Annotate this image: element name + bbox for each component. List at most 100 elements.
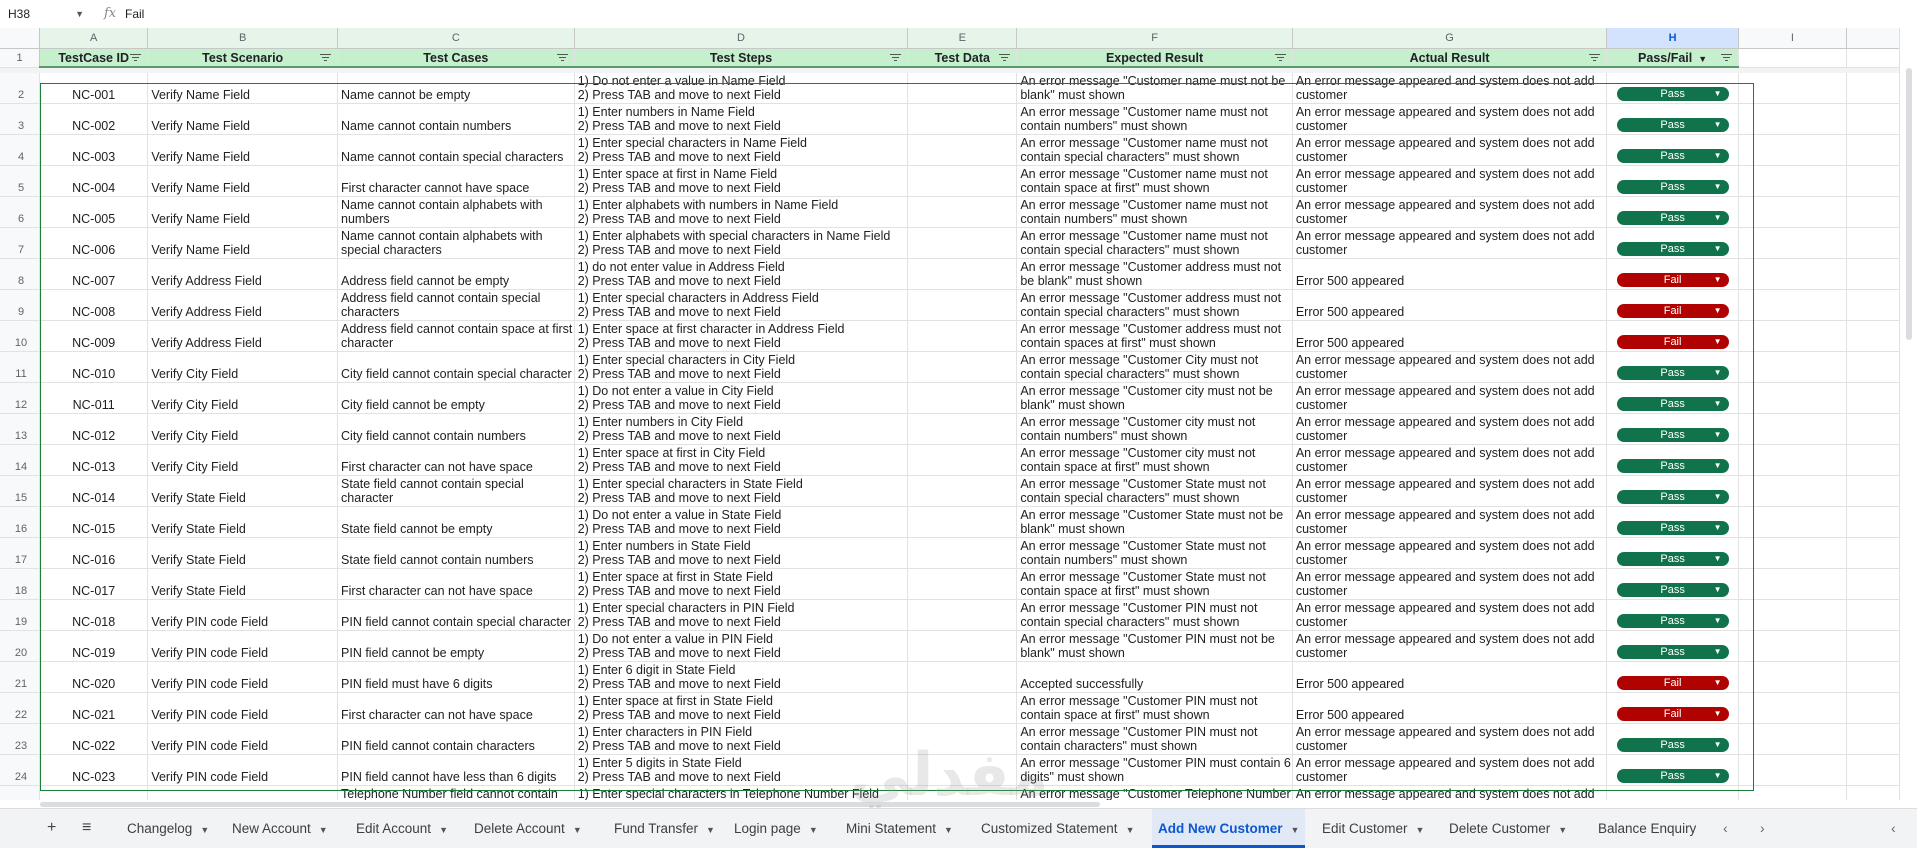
expected-result-cell[interactable]: An error message "Customer State must no…: [1016, 568, 1293, 600]
status-dropdown-chip[interactable]: Fail ▼: [1616, 676, 1729, 690]
chevron-down-icon[interactable]: ▼: [1714, 428, 1722, 442]
row-number[interactable]: 20: [0, 630, 41, 662]
testcase-id-cell[interactable]: NC-023: [39, 754, 149, 786]
pass-fail-cell[interactable]: Pass▼: [1606, 754, 1739, 786]
status-dropdown-chip[interactable]: Fail ▼: [1616, 335, 1729, 349]
test-scenario-cell[interactable]: Verify City Field: [147, 444, 339, 476]
testcase-id-cell[interactable]: NC-007: [39, 258, 149, 290]
actual-result-cell[interactable]: An error message appeared and system doe…: [1292, 754, 1608, 786]
test-case-cell[interactable]: City field cannot contain numbers: [337, 413, 575, 445]
empty-cell[interactable]: [1738, 73, 1847, 104]
test-scenario-cell[interactable]: Verify Address Field: [147, 258, 339, 290]
chevron-down-icon[interactable]: ▼: [1714, 118, 1722, 132]
pass-fail-cell[interactable]: Pass▼: [1606, 785, 1739, 800]
test-case-cell[interactable]: Name cannot contain alphabets with numbe…: [337, 196, 575, 228]
empty-cell[interactable]: [1738, 630, 1847, 662]
testcase-id-cell[interactable]: NC-002: [39, 103, 149, 135]
row-number[interactable]: 7: [0, 227, 41, 259]
chevron-down-icon[interactable]: ▼: [1714, 211, 1722, 225]
test-steps-cell[interactable]: 1) Enter special characters in PIN Field…: [574, 599, 909, 631]
formula-input[interactable]: Fail: [125, 4, 144, 24]
test-data-cell[interactable]: [907, 475, 1018, 507]
tabs-prev-button[interactable]: ‹: [1723, 820, 1728, 836]
empty-cell[interactable]: [1846, 382, 1900, 414]
testcase-id-cell[interactable]: NC-012: [39, 413, 149, 445]
empty-cell[interactable]: [1846, 103, 1900, 135]
empty-cell[interactable]: [1846, 506, 1900, 538]
pass-fail-cell[interactable]: Pass▼: [1606, 630, 1739, 662]
collapse-sidebar-button[interactable]: ‹: [1891, 820, 1896, 836]
empty-cell[interactable]: [1846, 165, 1900, 197]
test-case-cell[interactable]: Name cannot contain alphabets with speci…: [337, 227, 575, 259]
test-steps-cell[interactable]: 1) Enter special characters in State Fie…: [574, 475, 909, 507]
test-steps-cell[interactable]: 1) Enter 6 digit in State Field 2) Press …: [574, 661, 909, 693]
test-scenario-cell[interactable]: Verify PIN code Field: [147, 630, 339, 662]
status-dropdown-chip[interactable]: Fail ▼: [1616, 707, 1729, 721]
pass-fail-cell[interactable]: Pass▼: [1606, 134, 1739, 166]
actual-result-cell[interactable]: An error message appeared and system doe…: [1292, 599, 1608, 631]
test-scenario-cell[interactable]: Verify Name Field: [147, 227, 339, 259]
sheet-grid[interactable]: A B C D E F G H I 1 TestCase ID Test Scenario Test C…: [0, 28, 1900, 800]
test-case-cell[interactable]: First character cannot have space: [337, 165, 575, 197]
empty-cell[interactable]: [1738, 103, 1847, 135]
chevron-down-icon[interactable]: ▼: [1714, 180, 1722, 194]
test-data-cell[interactable]: [907, 413, 1018, 445]
empty-cell[interactable]: [1738, 723, 1847, 755]
test-case-cell[interactable]: City field cannot contain special charac…: [337, 351, 575, 383]
test-data-cell[interactable]: [907, 382, 1018, 414]
pass-fail-cell[interactable]: Pass▼: [1606, 196, 1739, 228]
test-data-cell[interactable]: [907, 692, 1018, 724]
test-steps-cell[interactable]: 1) Enter numbers in State Field 2) Press …: [574, 537, 909, 569]
sheet-tab[interactable]: Delete Account ▼: [468, 809, 588, 848]
chevron-down-icon[interactable]: ▼: [573, 825, 582, 835]
chevron-down-icon[interactable]: ▼: [1714, 149, 1722, 163]
test-data-cell[interactable]: [907, 227, 1018, 259]
expected-result-cell[interactable]: An error message "Customer city must not…: [1016, 444, 1293, 476]
chevron-down-icon[interactable]: ▼: [1714, 521, 1722, 535]
expected-result-cell[interactable]: An error message "Customer name must not…: [1016, 196, 1293, 228]
header-cell[interactable]: TestCase ID: [39, 48, 149, 68]
chevron-down-icon[interactable]: ▼: [1714, 645, 1722, 659]
chevron-down-icon[interactable]: ▼: [1714, 676, 1722, 690]
expected-result-cell[interactable]: An error message "Customer PIN must not …: [1016, 723, 1293, 755]
test-scenario-cell[interactable]: Verify State Field: [147, 475, 339, 507]
empty-cell[interactable]: [1738, 599, 1847, 631]
empty-cell[interactable]: [1846, 475, 1900, 507]
empty-cell[interactable]: [1846, 320, 1900, 352]
test-scenario-cell[interactable]: Verify Name Field: [147, 134, 339, 166]
select-all-corner[interactable]: [0, 28, 41, 49]
test-scenario-cell[interactable]: Verify State Field: [147, 506, 339, 538]
empty-cell[interactable]: [1846, 289, 1900, 321]
expected-result-cell[interactable]: An error message "Customer name must not…: [1016, 134, 1293, 166]
test-data-cell[interactable]: [907, 165, 1018, 197]
row-number[interactable]: 2: [0, 73, 41, 104]
expected-result-cell[interactable]: An error message "Customer PIN must not …: [1016, 630, 1293, 662]
testcase-id-cell[interactable]: NC-020: [39, 661, 149, 693]
test-steps-cell[interactable]: 1) Do not enter a value in PIN Field 2) P…: [574, 630, 909, 662]
row-number[interactable]: 14: [0, 444, 41, 476]
empty-cell[interactable]: [1846, 692, 1900, 724]
test-data-cell[interactable]: [907, 196, 1018, 228]
sheet-tab[interactable]: Add New Customer ▼: [1152, 809, 1306, 848]
test-case-cell[interactable]: Address field cannot contain space at fi…: [337, 320, 575, 352]
test-steps-cell[interactable]: 1) Do not enter a value in City Field 2) …: [574, 382, 909, 414]
pass-fail-cell[interactable]: Fail ▼: [1606, 258, 1739, 290]
empty-cell[interactable]: [1738, 568, 1847, 600]
actual-result-cell[interactable]: An error message appeared and system doe…: [1292, 351, 1608, 383]
actual-result-cell[interactable]: An error message appeared and system doe…: [1292, 785, 1608, 800]
test-data-cell[interactable]: [907, 506, 1018, 538]
test-case-cell[interactable]: Name cannot contain numbers: [337, 103, 575, 135]
test-data-cell[interactable]: [907, 630, 1018, 662]
test-steps-cell[interactable]: 1) Enter special characters in Address F…: [574, 289, 909, 321]
chevron-down-icon[interactable]: ▼: [1714, 397, 1722, 411]
actual-result-cell[interactable]: An error message appeared and system doe…: [1292, 196, 1608, 228]
row-number[interactable]: 6: [0, 196, 41, 228]
chevron-down-icon[interactable]: ▼: [319, 825, 328, 835]
pass-fail-cell[interactable]: Pass▼: [1606, 382, 1739, 414]
expected-result-cell[interactable]: An error message "Customer Telephone Num…: [1016, 785, 1293, 800]
row-number[interactable]: 25: [0, 785, 41, 800]
vertical-scrollbar[interactable]: [1899, 28, 1917, 800]
test-steps-cell[interactable]: 1) Enter alphabets with special characte…: [574, 227, 909, 259]
empty-cell[interactable]: [1846, 661, 1900, 693]
header-cell[interactable]: Test Cases: [337, 48, 575, 68]
